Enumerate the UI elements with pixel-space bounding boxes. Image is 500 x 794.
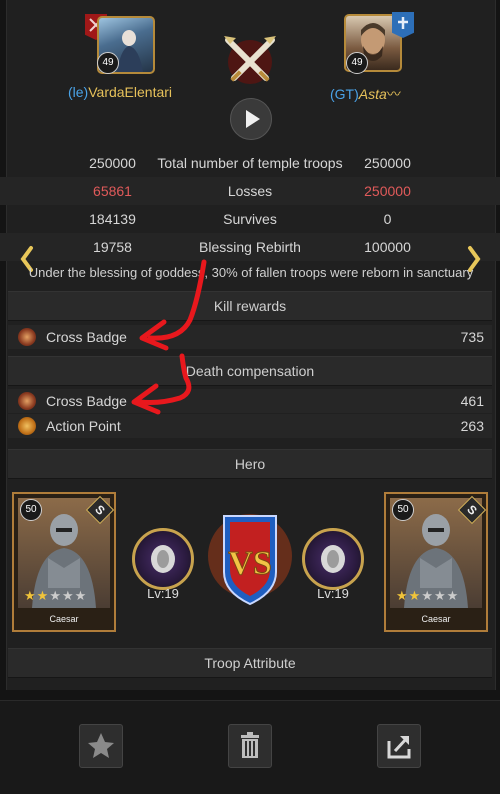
share-button[interactable] xyxy=(377,724,421,768)
red-annotation-arrows xyxy=(131,259,207,415)
favorite-button[interactable] xyxy=(79,724,123,768)
delete-button[interactable] xyxy=(228,724,272,768)
star-icon xyxy=(88,733,114,758)
share-icon xyxy=(387,736,411,759)
trash-icon xyxy=(241,732,259,758)
